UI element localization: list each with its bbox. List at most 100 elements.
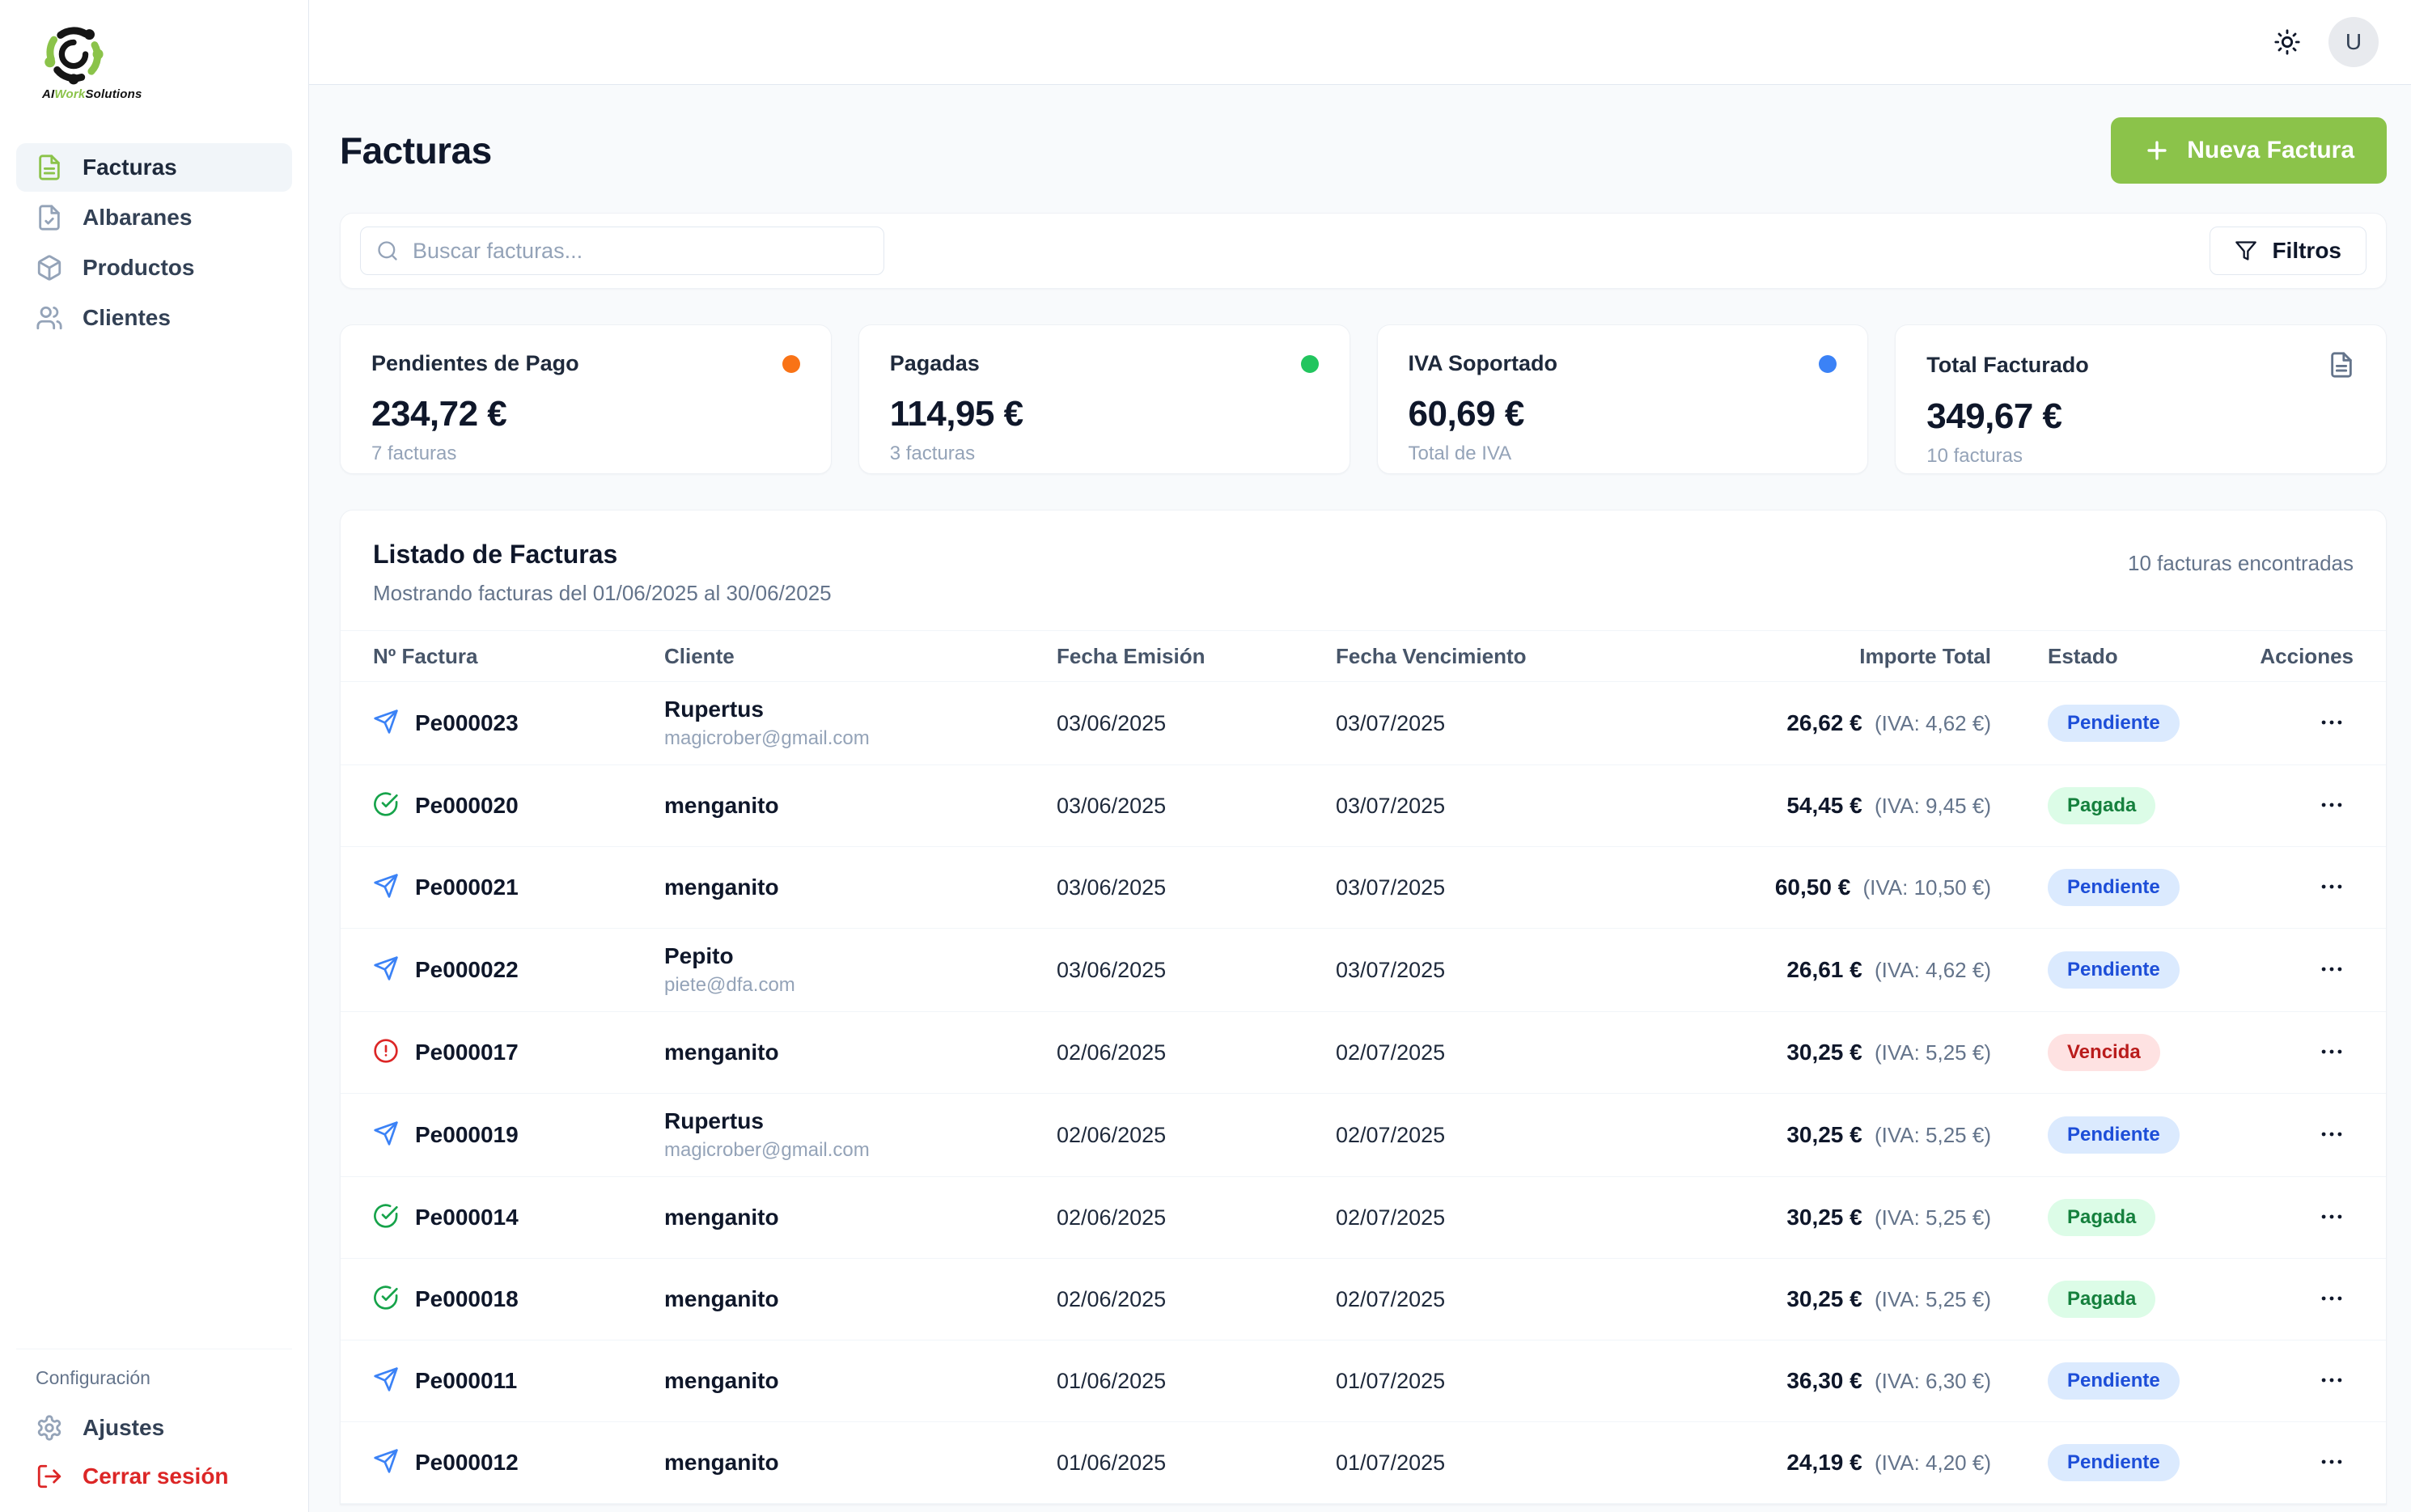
more-horizontal-icon [2318, 1285, 2345, 1312]
theme-toggle-button[interactable] [2273, 28, 2301, 56]
user-avatar[interactable]: U [2328, 17, 2379, 67]
row-actions-button[interactable] [2310, 1198, 2354, 1238]
row-actions-button[interactable] [2310, 786, 2354, 826]
total-amount: 36,30 € [1786, 1368, 1862, 1393]
stat-card-total: Total Facturado 349,67 € 10 facturas [1895, 324, 2387, 474]
search-icon [376, 239, 399, 262]
orange-dot-icon [782, 355, 800, 373]
issue-date: 02/06/2025 [1057, 1287, 1336, 1312]
filters-button[interactable]: Filtros [2210, 227, 2367, 275]
sidebar-item-label: Productos [83, 255, 194, 281]
page-content: Facturas Nueva Factura Filtros [309, 85, 2411, 1512]
iva-amount: (IVA: 6,30 €) [1869, 1369, 1991, 1393]
stat-value: 234,72 € [371, 394, 800, 434]
logout-label: Cerrar sesión [83, 1463, 229, 1489]
table-row[interactable]: Pe000014 menganito 02/06/2025 02/07/2025… [341, 1177, 2386, 1259]
table-subtitle: Mostrando facturas del 01/06/2025 al 30/… [373, 581, 832, 606]
invoice-number: Pe000018 [415, 1286, 519, 1312]
invoice-icon [36, 154, 63, 181]
sidebar-item-productos[interactable]: Productos [16, 244, 292, 292]
app-root: AIWorkSolutions Facturas Albaranes Produ… [0, 0, 2411, 1512]
sent-icon [373, 1120, 399, 1150]
row-actions-button[interactable] [2310, 1116, 2354, 1155]
client-name: menganito [664, 1368, 1057, 1394]
due-date: 02/07/2025 [1336, 1040, 1611, 1065]
status-badge: Vencida [2048, 1034, 2160, 1071]
search-input[interactable] [360, 227, 884, 275]
sidebar-item-clientes[interactable]: Clientes [16, 294, 292, 342]
stat-card-pendientes: Pendientes de Pago 234,72 € 7 facturas [340, 324, 832, 474]
sidebar-item-label: Ajustes [83, 1415, 164, 1441]
issue-date: 03/06/2025 [1057, 958, 1336, 983]
logout-button[interactable]: Cerrar sesión [16, 1452, 292, 1501]
due-date: 03/07/2025 [1336, 958, 1611, 983]
paid-check-icon [373, 1203, 399, 1233]
brand-name: AIWorkSolutions [42, 87, 142, 101]
search-toolbar: Filtros [340, 213, 2387, 289]
filter-icon [2235, 239, 2257, 262]
sent-icon [373, 1366, 399, 1396]
row-actions-button[interactable] [2310, 868, 2354, 908]
table-row[interactable]: Pe000022 Pepito piete@dfa.com 03/06/2025… [341, 929, 2386, 1012]
col-header-acciones: Acciones [2226, 644, 2354, 669]
stat-value: 60,69 € [1409, 394, 1837, 434]
package-icon [36, 254, 63, 282]
row-actions-button[interactable] [2310, 704, 2354, 743]
stat-sub: Total de IVA [1409, 443, 1837, 465]
more-horizontal-icon [2318, 1203, 2345, 1230]
delivery-note-icon [36, 204, 63, 231]
table-row[interactable]: Pe000020 menganito 03/06/2025 03/07/2025… [341, 765, 2386, 847]
more-horizontal-icon [2318, 1448, 2345, 1476]
row-actions-button[interactable] [2310, 1362, 2354, 1401]
client-name: menganito [664, 1205, 1057, 1230]
col-header-fecha-emision: Fecha Emisión [1057, 644, 1336, 669]
client-name: menganito [664, 875, 1057, 900]
iva-amount: (IVA: 10,50 €) [1857, 875, 1991, 900]
client-name: menganito [664, 1040, 1057, 1065]
table-row[interactable]: Pe000018 menganito 02/06/2025 02/07/2025… [341, 1259, 2386, 1340]
client-name: Rupertus [664, 697, 1057, 722]
total-amount: 30,25 € [1786, 1205, 1862, 1230]
main-area: U Facturas Nueva Factura Filtros [309, 0, 2411, 1512]
sent-icon [373, 709, 399, 739]
sidebar-item-albaranes[interactable]: Albaranes [16, 193, 292, 242]
logout-icon [36, 1463, 63, 1490]
sun-icon [2273, 28, 2301, 56]
invoice-icon [2328, 351, 2355, 379]
brand-logo: AIWorkSolutions [16, 23, 292, 101]
invoice-number: Pe000021 [415, 875, 519, 900]
row-actions-button[interactable] [2310, 1033, 2354, 1073]
total-amount: 30,25 € [1786, 1122, 1862, 1147]
sidebar-item-ajustes[interactable]: Ajustes [16, 1404, 292, 1452]
row-actions-button[interactable] [2310, 951, 2354, 990]
more-horizontal-icon [2318, 709, 2345, 736]
due-date: 03/07/2025 [1336, 794, 1611, 819]
invoice-table-card: Listado de Facturas Mostrando facturas d… [340, 510, 2387, 1505]
green-dot-icon [1301, 355, 1319, 373]
total-amount: 30,25 € [1786, 1040, 1862, 1065]
table-row[interactable]: Pe000017 menganito 02/06/2025 02/07/2025… [341, 1012, 2386, 1094]
table-row[interactable]: Pe000012 menganito 01/06/2025 01/07/2025… [341, 1422, 2386, 1504]
status-badge: Pendiente [2048, 705, 2180, 742]
due-date: 02/07/2025 [1336, 1205, 1611, 1230]
table-row[interactable]: Pe000023 Rupertus magicrober@gmail.com 0… [341, 682, 2386, 765]
new-invoice-button[interactable]: Nueva Factura [2111, 117, 2387, 184]
table-header: Listado de Facturas Mostrando facturas d… [341, 510, 2386, 630]
paid-check-icon [373, 1285, 399, 1315]
client-email: piete@dfa.com [664, 974, 1057, 997]
row-actions-button[interactable] [2310, 1280, 2354, 1319]
table-row[interactable]: Pe000021 menganito 03/06/2025 03/07/2025… [341, 847, 2386, 929]
iva-amount: (IVA: 5,25 €) [1869, 1040, 1991, 1065]
more-horizontal-icon [2318, 1366, 2345, 1394]
table-row[interactable]: Pe000019 Rupertus magicrober@gmail.com 0… [341, 1094, 2386, 1177]
stat-card-pagadas: Pagadas 114,95 € 3 facturas [858, 324, 1350, 474]
sent-icon [373, 1448, 399, 1478]
issue-date: 03/06/2025 [1057, 711, 1336, 736]
table-row[interactable]: Pe000011 menganito 01/06/2025 01/07/2025… [341, 1340, 2386, 1422]
invoice-number: Pe000017 [415, 1040, 519, 1065]
stats-row: Pendientes de Pago 234,72 € 7 facturas P… [340, 324, 2387, 474]
stat-label: Pendientes de Pago [371, 351, 579, 376]
sidebar-item-facturas[interactable]: Facturas [16, 143, 292, 192]
more-horizontal-icon [2318, 1120, 2345, 1148]
row-actions-button[interactable] [2310, 1443, 2354, 1483]
